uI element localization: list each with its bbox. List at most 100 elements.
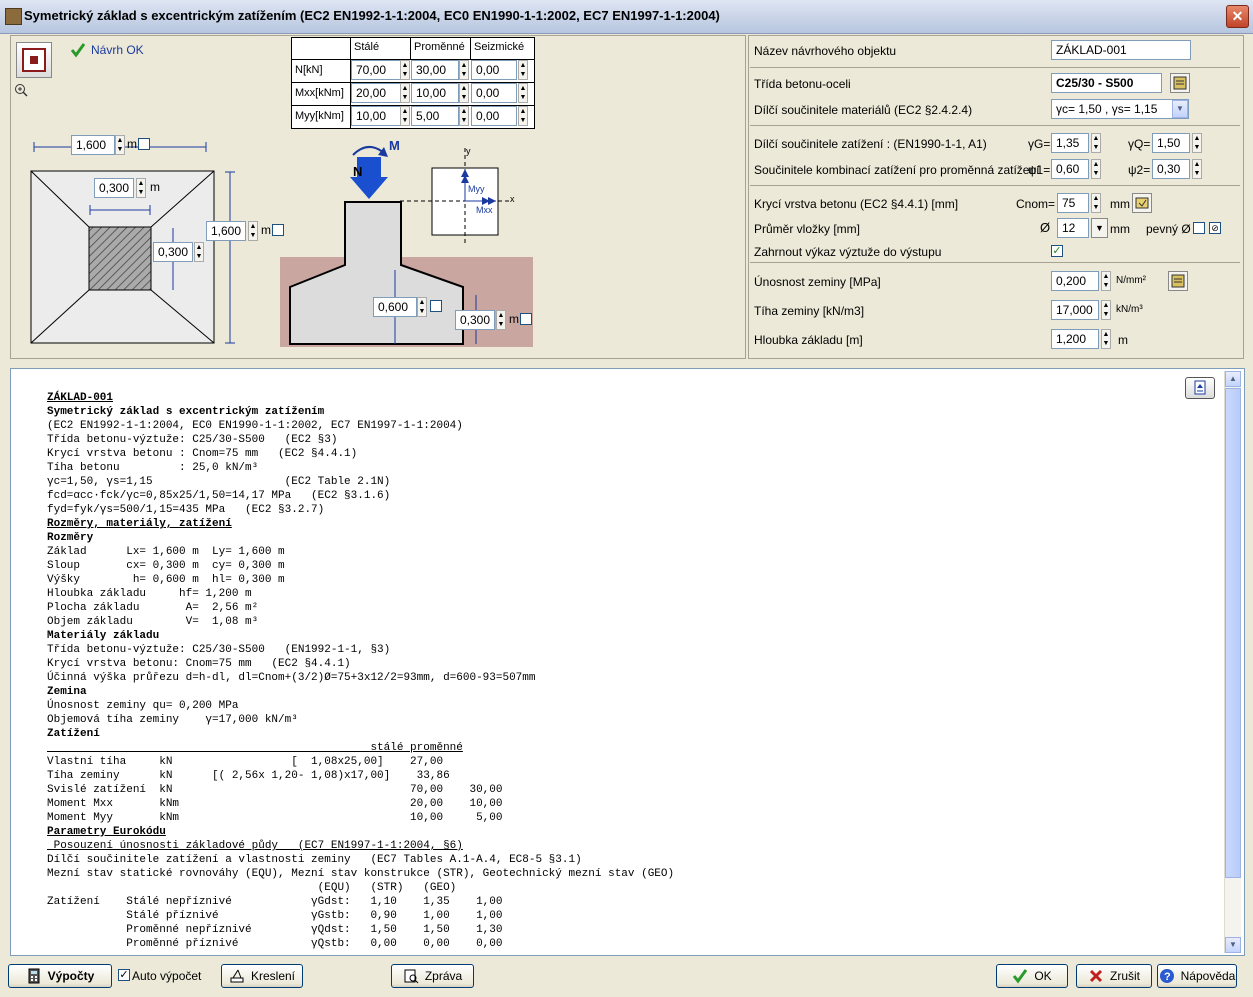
report-line: Zemina bbox=[47, 686, 87, 698]
gamma-g-input[interactable]: 1,35 bbox=[1051, 133, 1089, 153]
concrete-class-field[interactable]: C25/30 - S500 bbox=[1051, 73, 1162, 93]
bar-unit: mm bbox=[1110, 222, 1130, 236]
soil-weight-input[interactable]: 17,000 bbox=[1051, 300, 1099, 320]
moment-label: M bbox=[389, 138, 400, 153]
report-button[interactable]: Zpráva bbox=[391, 964, 474, 988]
gamma-q-spinner[interactable]: ▲ ▼ bbox=[1192, 133, 1202, 153]
material-factors-select[interactable]: γc= 1,50 , γs= 1,15 bbox=[1051, 99, 1189, 119]
psi1-label: ψ1= bbox=[1028, 163, 1051, 177]
hl-lock-checkbox[interactable] bbox=[520, 313, 532, 325]
ok-check-icon bbox=[1012, 968, 1028, 984]
n-variable-input[interactable]: 30,00 bbox=[411, 60, 459, 80]
scroll-thumb[interactable] bbox=[1225, 388, 1241, 878]
h-lock-checkbox[interactable] bbox=[430, 300, 442, 312]
mxx-variable-spinner[interactable]: ▲ ▼ bbox=[459, 83, 469, 103]
report-line: ZÁKLAD-001 bbox=[47, 392, 114, 404]
soil-table-icon[interactable] bbox=[1168, 271, 1188, 291]
n-seismic-spinner[interactable]: ▲ ▼ bbox=[518, 60, 528, 80]
ok-button[interactable]: OK bbox=[996, 964, 1068, 988]
mxx-variable-input[interactable]: 10,00 bbox=[411, 83, 459, 103]
fixed-diameter-checkbox[interactable] bbox=[1193, 222, 1205, 234]
axis-x-label: x bbox=[510, 194, 515, 204]
mxx-permanent-spinner[interactable]: ▲ ▼ bbox=[400, 83, 410, 103]
psi2-spinner[interactable]: ▲ ▼ bbox=[1192, 159, 1202, 179]
n-variable-spinner[interactable]: ▲ ▼ bbox=[459, 60, 469, 80]
chevron-down-icon[interactable]: ▼ bbox=[1172, 100, 1188, 118]
lx-input[interactable]: 1,600 bbox=[71, 135, 115, 155]
material-picker-icon[interactable] bbox=[1170, 73, 1190, 93]
hl-input[interactable]: 0,300 bbox=[455, 310, 495, 330]
auto-calc-checkbox[interactable]: ✓ bbox=[118, 969, 130, 981]
report-line: Třída betonu-výztuže: C25/30-S500 (EN199… bbox=[47, 644, 391, 656]
report-line: Svislé zatížení kN 70,00 30,00 bbox=[47, 784, 503, 796]
n-permanent-input[interactable]: 70,00 bbox=[351, 60, 401, 80]
cy-spinner[interactable]: ▲ ▼ bbox=[194, 242, 204, 262]
mxx-seismic-spinner[interactable]: ▲ ▼ bbox=[518, 83, 528, 103]
report-line: fyd=fyk/γs=500/1,15=435 MPa (EC2 §3.2.7) bbox=[47, 504, 325, 516]
n-seismic-input[interactable]: 0,00 bbox=[471, 60, 517, 80]
psi1-spinner[interactable]: ▲ ▼ bbox=[1091, 159, 1101, 179]
report-view[interactable]: ZÁKLAD-001 Symetrický základ s excentric… bbox=[10, 368, 1245, 956]
report-line: Zatížení bbox=[47, 728, 100, 740]
myy-permanent-input[interactable]: 10,00 bbox=[351, 106, 401, 126]
cx-input[interactable]: 0,300 bbox=[94, 178, 134, 198]
foundation-depth-input[interactable]: 1,200 bbox=[1051, 329, 1099, 349]
close-button[interactable]: ✕ bbox=[1226, 5, 1249, 28]
h-spinner[interactable]: ▲ ▼ bbox=[417, 297, 427, 317]
ly-input[interactable]: 1,600 bbox=[206, 221, 246, 241]
gamma-g-spinner[interactable]: ▲ ▼ bbox=[1091, 133, 1101, 153]
ly-spinner[interactable]: ▲ ▼ bbox=[248, 221, 258, 241]
footing-type-icon[interactable] bbox=[16, 42, 52, 78]
myy-variable-spinner[interactable]: ▲ ▼ bbox=[459, 106, 469, 126]
soil-capacity-input[interactable]: 0,200 bbox=[1051, 271, 1099, 291]
foundation-depth-spinner[interactable]: ▲ ▼ bbox=[1101, 329, 1111, 349]
report-line: Rozměry bbox=[47, 532, 94, 544]
lx-lock-checkbox[interactable] bbox=[138, 138, 150, 150]
cancel-button[interactable]: Zrušit bbox=[1076, 964, 1152, 988]
h-input[interactable]: 0,600 bbox=[373, 297, 417, 317]
row-label-mxx: Mxx[kNm] bbox=[295, 87, 344, 99]
help-button[interactable]: ? Nápověda bbox=[1157, 964, 1237, 988]
cy-input[interactable]: 0,300 bbox=[153, 242, 193, 262]
export-report-icon[interactable] bbox=[1185, 377, 1215, 399]
psi1-input[interactable]: 0,60 bbox=[1051, 159, 1089, 179]
cnom-spinner[interactable]: ▲ ▼ bbox=[1091, 193, 1101, 213]
zoom-icon[interactable] bbox=[14, 83, 28, 100]
report-line: Sloup cx= 0,300 m cy= 0,300 m bbox=[47, 560, 285, 572]
concrete-class-label: Třída betonu-oceli bbox=[754, 77, 851, 91]
mxx-seismic-input[interactable]: 0,00 bbox=[471, 83, 517, 103]
cover-help-icon[interactable] bbox=[1132, 193, 1152, 213]
hl-spinner[interactable]: ▲ ▼ bbox=[496, 310, 506, 330]
soil-weight-spinner[interactable]: ▲ ▼ bbox=[1101, 300, 1111, 320]
drawing-button[interactable]: Kreslení bbox=[221, 964, 303, 988]
myy-variable-input[interactable]: 5,00 bbox=[411, 106, 459, 126]
print-preview-icon bbox=[403, 968, 419, 984]
myy-permanent-spinner[interactable]: ▲ ▼ bbox=[400, 106, 410, 126]
drawing-icon bbox=[229, 968, 245, 984]
bar-diameter-dropdown[interactable]: ▼ bbox=[1091, 218, 1108, 238]
lx-spinner[interactable]: ▲ ▼ bbox=[115, 135, 125, 155]
calculations-button[interactable]: Výpočty bbox=[8, 964, 112, 988]
psi2-input[interactable]: 0,30 bbox=[1152, 159, 1190, 179]
report-line: Vlastní tíha kN [ 1,08x25,00] 27,00 bbox=[47, 756, 444, 768]
material-factors-label: Dílčí součinitele materiálů (EC2 §2.4.2.… bbox=[754, 103, 973, 117]
help-icon: ? bbox=[1159, 968, 1175, 984]
n-permanent-spinner[interactable]: ▲ ▼ bbox=[400, 60, 410, 80]
myy-seismic-input[interactable]: 0,00 bbox=[471, 106, 517, 126]
soil-weight-unit: kN/m³ bbox=[1116, 304, 1143, 315]
report-line: Mezní stav statické rovnováhy (EQU), Mez… bbox=[47, 868, 675, 880]
myy-seismic-spinner[interactable]: ▲ ▼ bbox=[518, 106, 528, 126]
gamma-q-input[interactable]: 1,50 bbox=[1152, 133, 1190, 153]
cnom-input[interactable]: 75 bbox=[1057, 193, 1089, 213]
include-reinforcement-checkbox[interactable]: ✓ bbox=[1051, 245, 1063, 257]
report-scrollbar[interactable]: ▲ ▼ bbox=[1224, 371, 1241, 953]
svg-text:?: ? bbox=[1164, 971, 1171, 983]
object-name-input[interactable]: ZÁKLAD-001 bbox=[1051, 40, 1191, 60]
bar-diameter-input[interactable]: 12 bbox=[1057, 218, 1089, 238]
mxx-permanent-input[interactable]: 20,00 bbox=[351, 83, 401, 103]
diameter-option-icon[interactable]: ⊘ bbox=[1209, 222, 1221, 234]
cx-spinner[interactable]: ▲ ▼ bbox=[136, 178, 146, 198]
soil-capacity-spinner[interactable]: ▲ ▼ bbox=[1101, 271, 1111, 291]
scroll-down-button[interactable]: ▼ bbox=[1225, 937, 1241, 953]
scroll-up-button[interactable]: ▲ bbox=[1225, 371, 1241, 387]
